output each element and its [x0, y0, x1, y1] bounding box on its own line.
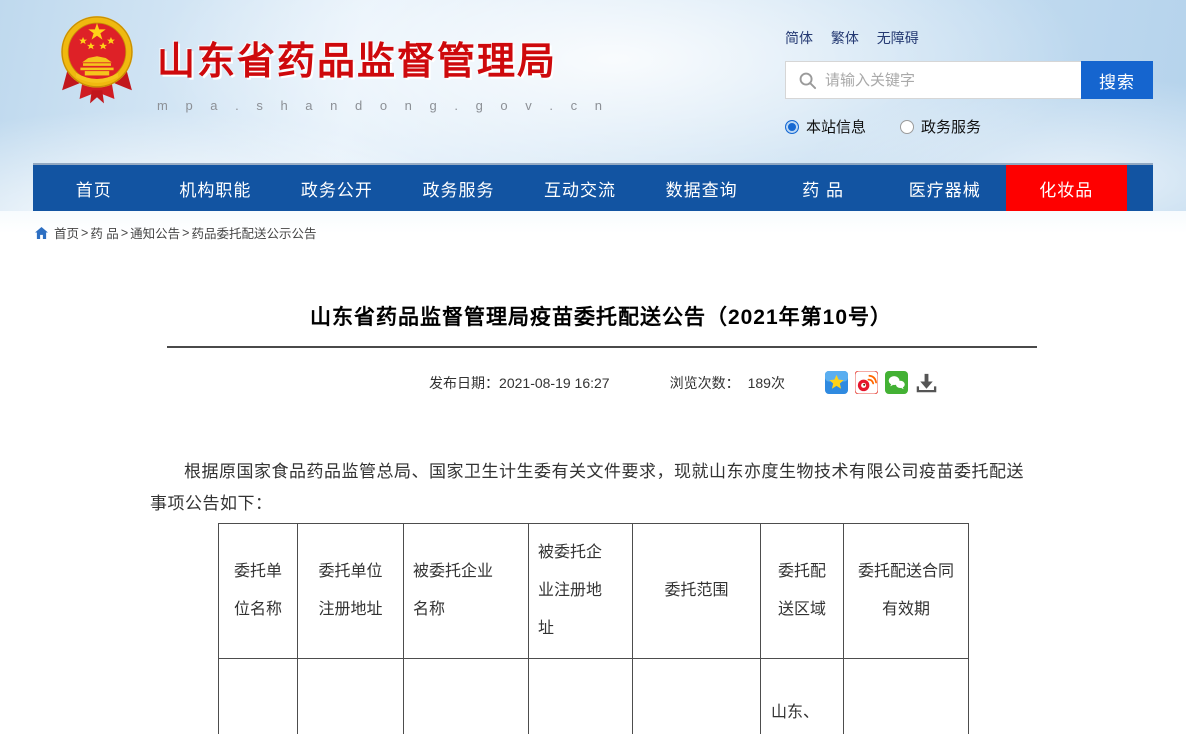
search-box [785, 61, 1081, 99]
nav-item-drugs[interactable]: 药 品 [762, 165, 884, 211]
lang-link-accessibility[interactable]: 无障碍 [877, 30, 919, 46]
main-nav: 首页 机构职能 政务公开 政务服务 互动交流 数据查询 药 品 医疗器械 化妆品 [33, 165, 1153, 211]
radio-selected-icon[interactable] [785, 120, 799, 134]
download-icon[interactable] [915, 371, 938, 394]
site-header: 山东省药品监督管理局 m p a . s h a n d o n g . g o… [0, 0, 1186, 211]
nav-item-gov-disclosure[interactable]: 政务公开 [276, 165, 398, 211]
site-url: m p a . s h a n d o n g . g o v . c n [157, 98, 609, 113]
search-icon [798, 71, 817, 90]
table-header-row: 委托单 位名称 委托单位 注册地址 被委托企业 名称 被委托企 业注册地 址 委… [219, 524, 969, 659]
page-title: 山东省药品监督管理局疫苗委托配送公告（2021年第10号） [167, 303, 1035, 333]
nav-item-data-query[interactable]: 数据查询 [641, 165, 763, 211]
share-icons [825, 371, 945, 394]
home-icon [35, 227, 48, 239]
breadcrumb-drugs[interactable]: 药 品 [90, 223, 118, 242]
nav-item-functions[interactable]: 机构职能 [155, 165, 277, 211]
qzone-share-icon[interactable] [825, 371, 848, 394]
nav-item-cosmetics[interactable]: 化妆品 [1006, 165, 1128, 211]
breadcrumb: 首页 > 药 品 > 通知公告 > 药品委托配送公示公告 [0, 211, 1186, 243]
scope-gov-services[interactable]: 政务服务 [900, 116, 981, 137]
lang-link-traditional[interactable]: 繁体 [831, 30, 859, 46]
publish-date-label: 发布日期： [429, 373, 499, 393]
breadcrumb-home[interactable]: 首页 [54, 223, 79, 242]
lang-link-simplified[interactable]: 简体 [785, 30, 813, 46]
col-delivery-region: 委托配 送区域 [761, 524, 844, 659]
nav-spacer [1127, 165, 1153, 211]
col-entrusting-unit-name: 委托单 位名称 [219, 524, 298, 659]
article: 山东省药品监督管理局疫苗委托配送公告（2021年第10号） 发布日期： 2021… [0, 303, 1186, 734]
views-value: 189次 [748, 373, 785, 393]
nav-item-home[interactable]: 首页 [33, 165, 155, 211]
publish-date-value: 2021-08-19 16:27 [499, 375, 610, 391]
weibo-share-icon[interactable] [855, 371, 878, 394]
views-label: 浏览次数： [670, 373, 740, 393]
language-links: 简体 繁体 无障碍 [785, 28, 1153, 48]
radio-unselected-icon[interactable] [900, 120, 914, 134]
col-delegation-scope: 委托范围 [633, 524, 761, 659]
wechat-share-icon[interactable] [885, 371, 908, 394]
breadcrumb-current: 药品委托配送公示公告 [191, 223, 316, 242]
col-entrusted-company-address: 被委托企 业注册地 址 [529, 524, 633, 659]
nav-item-medical-devices[interactable]: 医疗器械 [884, 165, 1006, 211]
article-meta: 发布日期： 2021-08-19 16:27 浏览次数： 189次 [94, 371, 1186, 394]
scope-site-info[interactable]: 本站信息 [785, 116, 866, 137]
national-emblem-logo [53, 10, 141, 106]
article-paragraph: 根据原国家食品药品监管总局、国家卫生计生委有关文件要求，现就山东亦度生物技术有限… [150, 456, 1035, 520]
title-divider [167, 346, 1037, 348]
search-input[interactable] [825, 72, 1081, 89]
col-contract-validity: 委托配送合同 有效期 [844, 524, 969, 659]
site-logo-block: 山东省药品监督管理局 m p a . s h a n d o n g . g o… [53, 10, 609, 113]
nav-item-interaction[interactable]: 互动交流 [519, 165, 641, 211]
delivery-region-cell: 山东、 [761, 659, 844, 734]
nav-item-gov-services[interactable]: 政务服务 [398, 165, 520, 211]
col-entrusted-company-name: 被委托企业 名称 [404, 524, 529, 659]
search-button[interactable]: 搜索 [1081, 61, 1153, 99]
search-scope-options: 本站信息 政务服务 [785, 116, 1153, 137]
site-title: 山东省药品监督管理局 [157, 30, 609, 85]
breadcrumb-notices[interactable]: 通知公告 [130, 223, 180, 242]
delegation-table: 委托单 位名称 委托单位 注册地址 被委托企业 名称 被委托企 业注册地 址 委… [218, 523, 969, 734]
col-entrusting-unit-address: 委托单位 注册地址 [298, 524, 404, 659]
table-row: 山东、 [219, 659, 969, 734]
